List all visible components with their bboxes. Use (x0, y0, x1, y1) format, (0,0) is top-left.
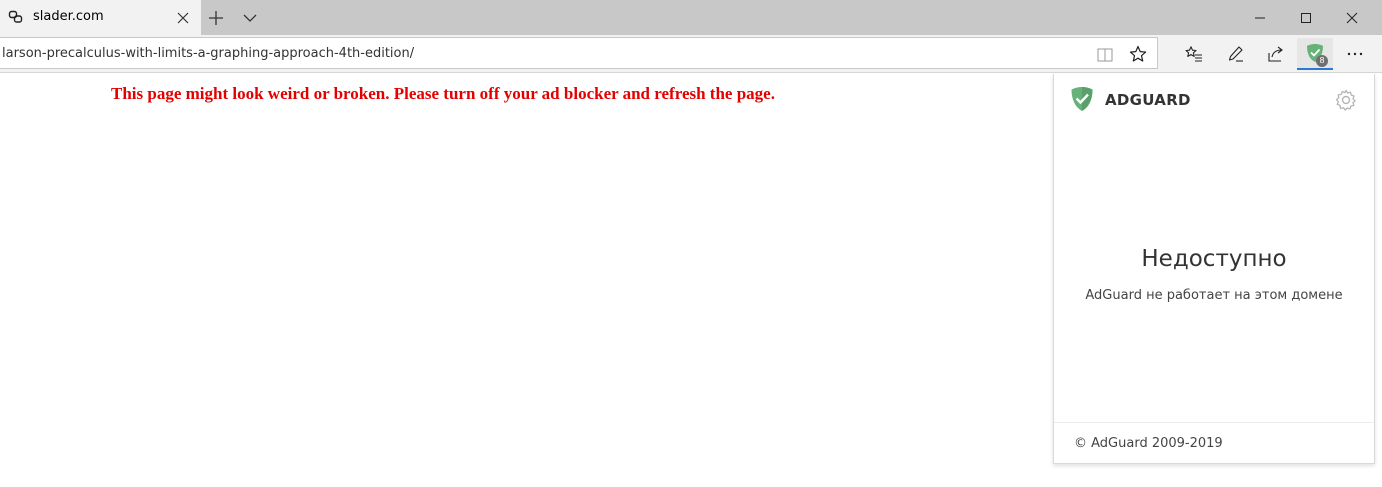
minimize-icon[interactable] (1237, 0, 1283, 35)
new-tab-icon[interactable] (205, 7, 227, 29)
adblock-warning: This page might look weird or broken. Pl… (111, 84, 775, 103)
url-text[interactable]: larson-precalculus-with-limits-a-graphin… (2, 46, 414, 61)
popup-divider (1054, 422, 1374, 423)
popup-footer: © AdGuard 2009-2019 (1074, 436, 1223, 451)
tab-close-icon[interactable] (173, 8, 193, 28)
page-content: This page might look weird or broken. Pl… (0, 74, 1382, 487)
adguard-logo-icon (1070, 86, 1094, 112)
browser-window: slader.com larson-precalculus-with-limit… (0, 0, 1382, 487)
favorite-star-icon[interactable] (1127, 44, 1149, 64)
favorites-list-icon[interactable] (1177, 38, 1211, 70)
tab-slader[interactable]: slader.com (0, 0, 201, 35)
more-icon[interactable] (1338, 38, 1372, 70)
adguard-badge: 8 (1316, 55, 1328, 67)
pen-icon[interactable] (1219, 38, 1253, 70)
adguard-brand: ADGUARD (1105, 91, 1191, 109)
adguard-extension-button[interactable]: 8 (1297, 38, 1333, 70)
slader-favicon-icon (8, 9, 24, 25)
tab-title: slader.com (33, 9, 104, 24)
chevron-down-icon[interactable] (239, 7, 261, 29)
reading-view-icon[interactable] (1094, 45, 1116, 65)
popup-status-title: Недоступно (1141, 246, 1287, 272)
share-icon[interactable] (1259, 38, 1293, 70)
popup-status-description: AdGuard не работает на этом домене (1085, 288, 1343, 303)
toolbar: larson-precalculus-with-limits-a-graphin… (0, 35, 1382, 73)
adguard-popup: ADGUARD Недоступно AdGuard не работает н… (1053, 74, 1375, 464)
address-bar[interactable]: larson-precalculus-with-limits-a-graphin… (0, 37, 1158, 69)
gear-icon[interactable] (1334, 88, 1358, 112)
tab-strip: slader.com (0, 0, 1382, 35)
maximize-icon[interactable] (1283, 0, 1329, 35)
close-window-icon[interactable] (1329, 0, 1375, 35)
